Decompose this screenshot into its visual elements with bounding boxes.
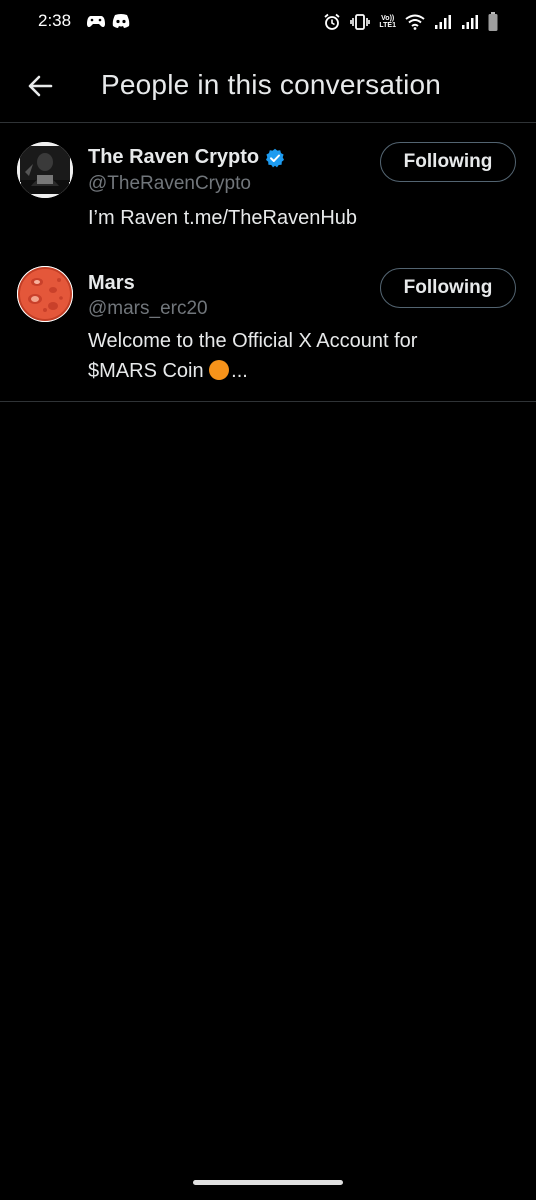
alarm-icon [323, 13, 341, 31]
volte-label-top: Vo)) [381, 15, 395, 22]
name-row: The Raven Crypto [88, 146, 285, 169]
volte-label-bottom: LTE1 [379, 22, 396, 29]
display-name: Mars [88, 272, 135, 294]
avatar[interactable] [17, 142, 73, 198]
header: People in this conversation [0, 52, 536, 122]
page-title: People in this conversation [101, 69, 442, 100]
bio-text: $MARS Coin [88, 360, 204, 382]
bio: Welcome to the Official X Account for $M… [88, 326, 488, 386]
name-row: Mars [88, 272, 135, 295]
signal-icon [461, 14, 479, 30]
display-name: The Raven Crypto [88, 146, 260, 168]
handle: @mars_erc20 [88, 298, 208, 319]
list-item[interactable]: The Raven Crypto @TheRavenCrypto I’m Rav… [0, 140, 536, 260]
bio-line: $MARS Coin ... [88, 356, 488, 386]
battery-icon [488, 12, 498, 32]
handle: @TheRavenCrypto [88, 173, 251, 194]
bio: I’m Raven t.me/TheRavenHub [88, 207, 358, 229]
orange-circle-emoji [209, 360, 230, 380]
wifi-icon [405, 14, 425, 30]
status-icons: Vo)) LTE1 [323, 12, 498, 32]
header-divider [0, 122, 536, 123]
status-bar: 2:38 Vo)) LTE1 [0, 0, 536, 44]
status-time: 2:38 [38, 11, 72, 30]
following-button[interactable]: Following [380, 142, 516, 182]
bio-ellipsis: ... [231, 360, 248, 382]
bio-line: Welcome to the Official X Account for [88, 330, 418, 352]
volte-icon: Vo)) LTE1 [379, 15, 396, 29]
back-button[interactable] [20, 66, 60, 106]
avatar[interactable] [17, 266, 73, 322]
back-arrow-icon [28, 75, 53, 97]
discord-icon [111, 13, 131, 34]
signal-icon [434, 14, 452, 30]
verified-badge-icon [265, 148, 285, 168]
vibrate-icon [350, 13, 371, 31]
list-divider [0, 401, 536, 402]
home-indicator[interactable] [193, 1180, 343, 1185]
game-controller-icon [86, 13, 106, 36]
list-item[interactable]: Mars @mars_erc20 Welcome to the Official… [0, 266, 536, 400]
following-button[interactable]: Following [380, 268, 516, 308]
